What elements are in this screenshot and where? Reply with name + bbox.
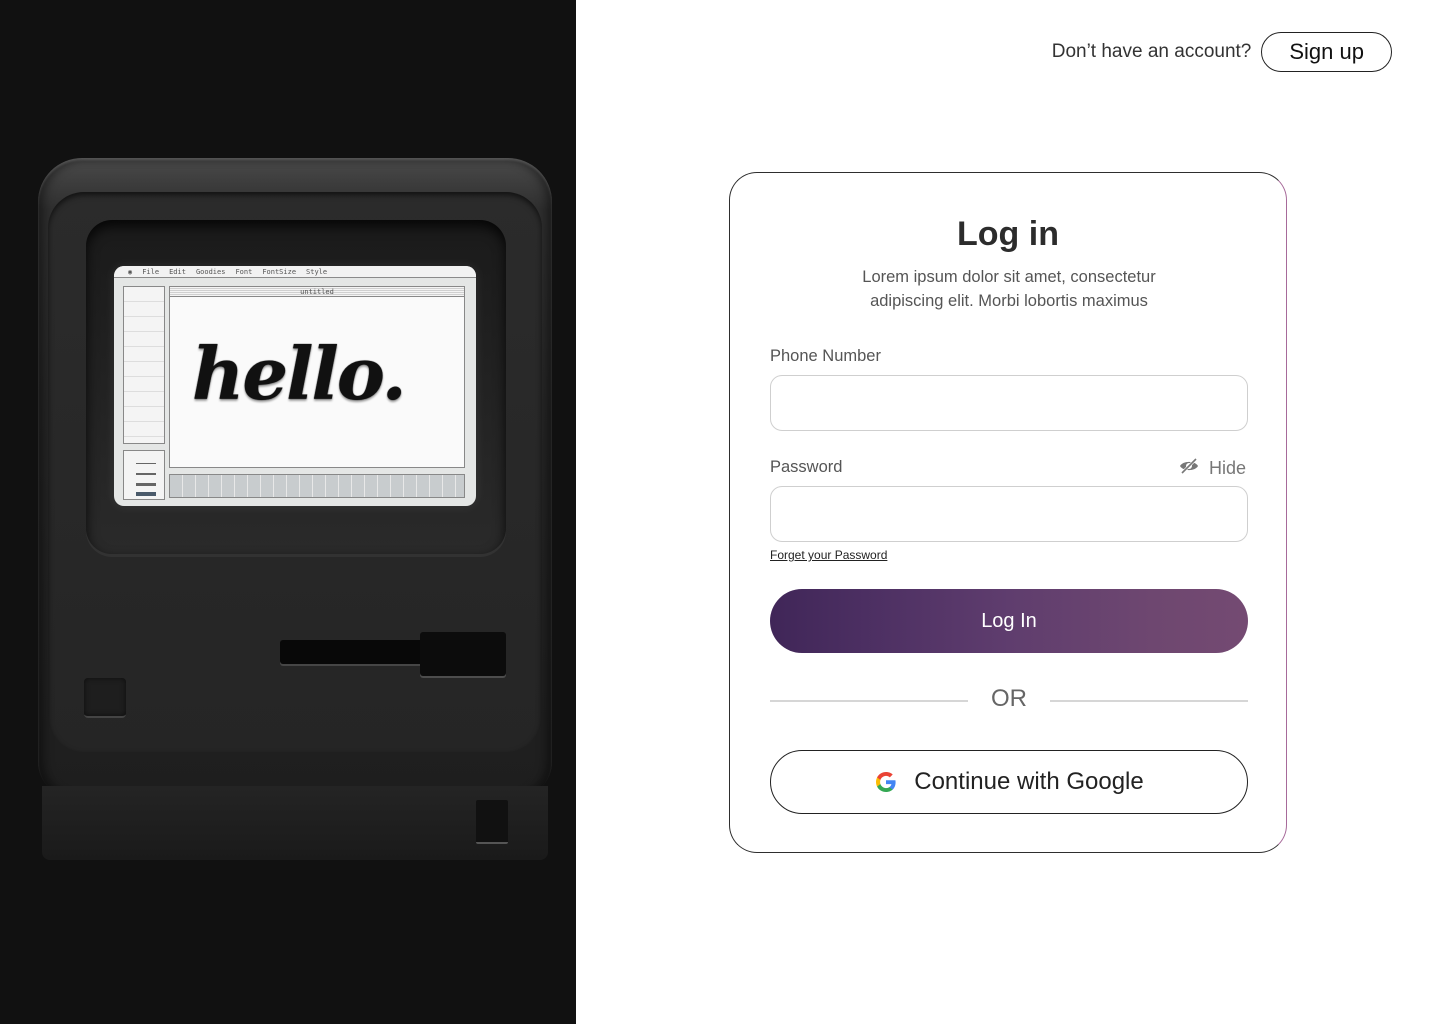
- google-icon: [874, 770, 898, 794]
- mac-port: [476, 800, 508, 844]
- login-subtitle: Lorem ipsum dolor sit amet, consectetur …: [862, 268, 1156, 310]
- hide-label: Hide: [1208, 458, 1246, 478]
- apple-icon: ◉: [128, 268, 133, 276]
- screen-menu-item: Goodies: [195, 268, 226, 276]
- screen-menu-item: Style: [306, 268, 328, 276]
- forgot-password-link[interactable]: Forget your Password: [770, 548, 887, 562]
- google-login-button[interactable]: Continue with Google: [770, 750, 1248, 814]
- login-card: Log in Lorem ipsum dolor sit amet, conse…: [729, 172, 1287, 853]
- screen-menu-item: Font: [235, 268, 253, 276]
- signup-prompt-text: Don’t have an account?: [1051, 41, 1252, 62]
- screen-toolbox: [123, 286, 165, 444]
- mac-base: [42, 786, 548, 860]
- screen-menu-item: FontSize: [262, 268, 297, 276]
- password-label: Password: [770, 458, 843, 476]
- login-title: Log in: [957, 215, 1059, 253]
- hero-panel: ◉ File Edit Goodies Font FontSize Style …: [0, 0, 576, 1024]
- password-input[interactable]: [770, 486, 1248, 542]
- floppy-slot: [280, 632, 506, 678]
- login-button[interactable]: Log In: [770, 589, 1248, 653]
- screen-canvas: untitled hello.: [169, 286, 465, 468]
- screen-line-widths: [123, 450, 165, 500]
- screen-menu-item: Edit: [169, 268, 186, 276]
- screen-canvas-title: untitled: [170, 287, 464, 297]
- screen-pattern-palette: [169, 474, 465, 498]
- google-button-label: Continue with Google: [914, 768, 1144, 795]
- screen-menu-item: File: [142, 268, 160, 276]
- or-text: OR: [991, 685, 1027, 712]
- phone-label: Phone Number: [770, 347, 881, 365]
- hide-password-toggle[interactable]: Hide: [1179, 457, 1246, 480]
- macintosh-illustration: ◉ File Edit Goodies Font FontSize Style …: [38, 158, 552, 860]
- screen-menubar: ◉ File Edit Goodies Font FontSize Style: [114, 266, 476, 278]
- or-divider: OR: [770, 685, 1248, 717]
- divider-line: [1050, 700, 1248, 702]
- mac-screen: ◉ File Edit Goodies Font FontSize Style …: [114, 266, 476, 506]
- phone-input[interactable]: [770, 375, 1248, 431]
- hello-text: hello.: [192, 331, 407, 416]
- signup-button[interactable]: Sign up: [1261, 32, 1392, 72]
- mac-button: [84, 678, 126, 718]
- eye-off-icon: [1179, 457, 1199, 480]
- signup-prompt: Don’t have an account? Sign up: [1052, 32, 1392, 72]
